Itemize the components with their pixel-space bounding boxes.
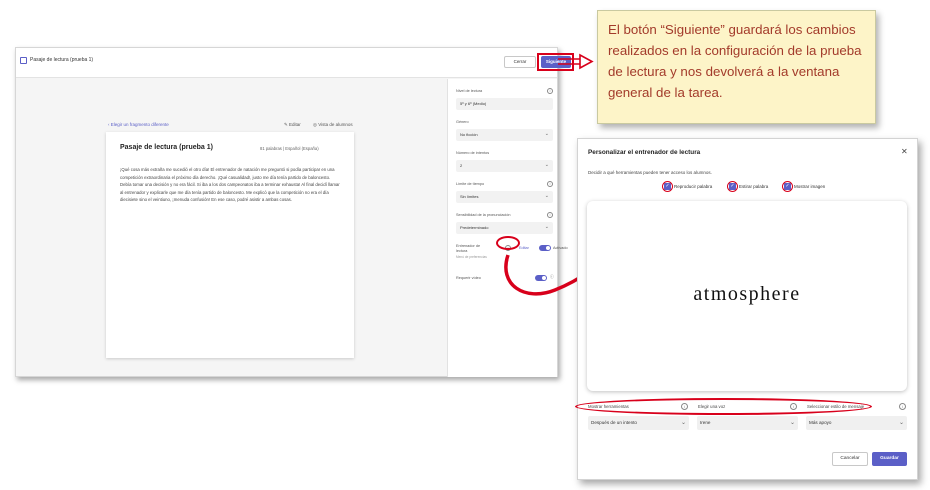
coach-dialog: Personalizar el entrenador de lectura ✕ …: [575, 138, 918, 480]
message-style-value: Más apoyo: [809, 420, 832, 425]
option-stretch-word[interactable]: ✓ Estirar palabra: [727, 181, 775, 192]
option-show-image[interactable]: ✓ Mostrar imagen: [782, 181, 834, 192]
voice-select[interactable]: Irene ⌄: [697, 416, 798, 430]
cancel-button[interactable]: Cancelar: [832, 452, 868, 466]
chevron-down-icon: ⌄: [898, 420, 904, 426]
option-highlight: [782, 181, 793, 192]
preview-word: atmosphere: [693, 283, 801, 305]
dialog-title: Personalizar el entrenador de lectura: [588, 149, 701, 156]
option-highlight: [727, 181, 738, 192]
message-style-select[interactable]: Más apoyo ⌄: [806, 416, 907, 430]
option-label: Estirar palabra: [739, 184, 769, 189]
chevron-down-icon: ⌄: [680, 420, 686, 426]
option-play-word[interactable]: ✓ Reproducir palabra: [662, 181, 720, 192]
callout-arrow-head: [579, 53, 594, 70]
dialog-arrow-curve: [504, 254, 590, 296]
info-icon[interactable]: i: [681, 403, 688, 410]
callout-text: El botón “Siguiente” guardará los cambio…: [608, 22, 862, 100]
info-icon[interactable]: i: [790, 403, 797, 410]
voice-label: Elegir una voz: [698, 404, 726, 409]
info-icon[interactable]: i: [899, 403, 906, 410]
tools-label: Mostrar herramientas: [588, 404, 629, 409]
tools-value: Después de un intento: [591, 420, 637, 425]
word-preview: atmosphere: [587, 201, 907, 391]
save-button[interactable]: Guardar: [872, 452, 907, 466]
voice-value: Irene: [700, 420, 711, 425]
chevron-down-icon: ⌄: [789, 420, 795, 426]
close-icon[interactable]: ✕: [901, 147, 908, 156]
dialog-description: Decidir a qué herramientas pueden tener …: [588, 170, 712, 175]
tools-select[interactable]: Después de un intento ⌄: [588, 416, 689, 430]
option-highlight: [662, 181, 673, 192]
option-label: Mostrar imagen: [794, 184, 826, 189]
message-style-label: Seleccionar estilo de mensaje: [807, 404, 865, 409]
callout-note: El botón “Siguiente” guardará los cambio…: [597, 10, 876, 124]
option-label: Reproducir palabra: [674, 184, 713, 189]
